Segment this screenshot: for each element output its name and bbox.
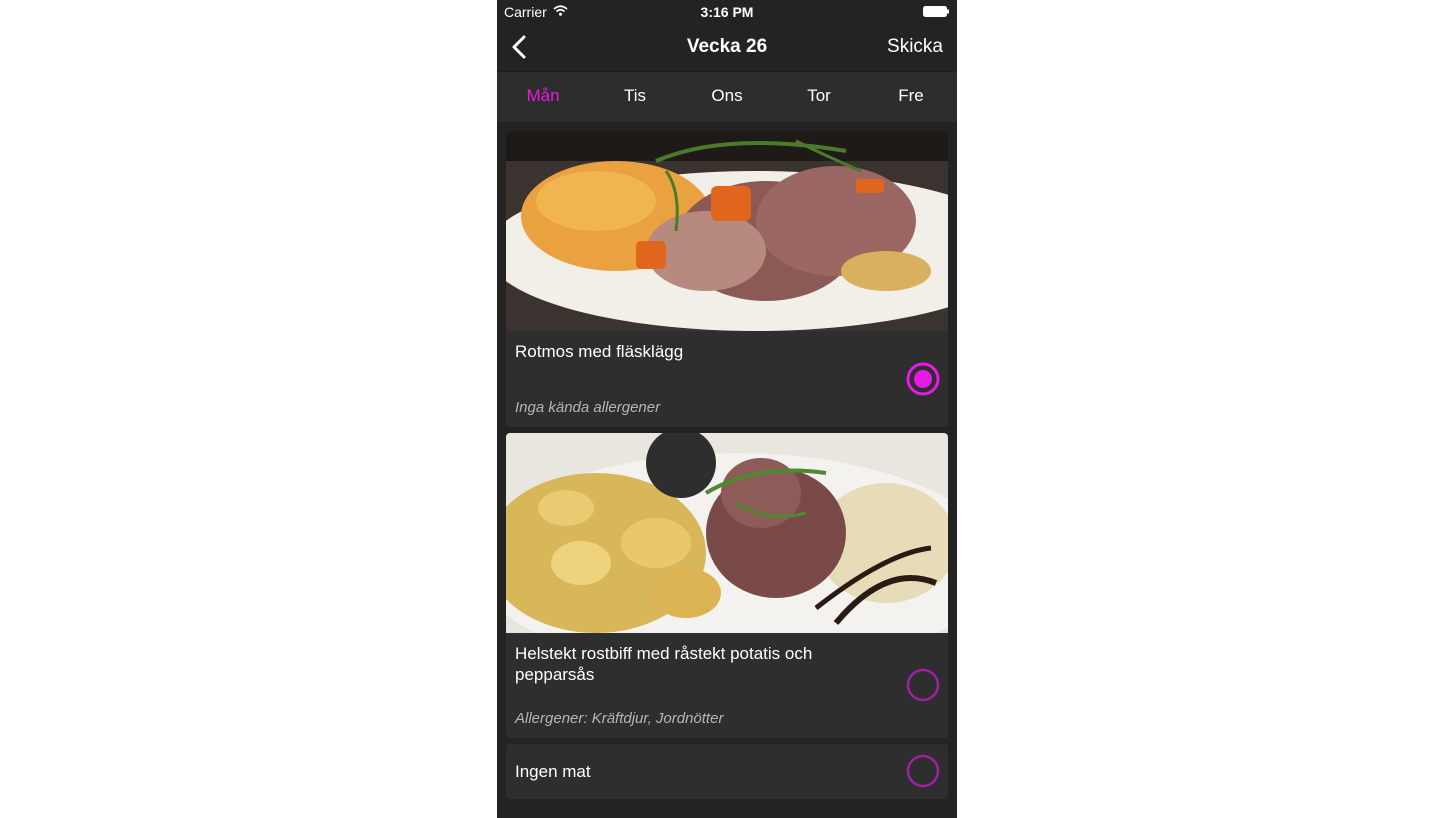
weekday-tabs: Mån Tis Ons Tor Fre (497, 71, 957, 122)
send-button[interactable]: Skicka (887, 36, 943, 58)
tab-wednesday[interactable]: Ons (681, 72, 773, 122)
meal-radio[interactable] (906, 668, 940, 702)
meal-allergens: Allergener: Kräftdjur, Jordnötter (515, 710, 724, 727)
tab-thursday[interactable]: Tor (773, 72, 865, 122)
navigation-bar: Vecka 26 Skicka (497, 24, 957, 70)
tab-friday[interactable]: Fre (865, 72, 957, 122)
status-bar: Carrier 3:16 PM (497, 0, 957, 24)
meal-name: Helstekt rostbiff med råstekt potatis oc… (515, 644, 813, 684)
meal-name: Ingen mat (515, 762, 591, 781)
meal-radio-selected[interactable] (906, 362, 940, 396)
status-time: 3:16 PM (700, 4, 754, 20)
tab-monday[interactable]: Mån (497, 72, 589, 122)
meal-photo (506, 131, 948, 331)
tab-tuesday[interactable]: Tis (589, 72, 681, 122)
no-meal-option[interactable]: Ingen mat (506, 744, 948, 799)
app-screen: Carrier 3:16 PM Vecka 26 Skicka Mån Tis … (497, 0, 957, 818)
meal-card[interactable]: Rotmos med fläsklägg Inga kända allergen… (506, 131, 948, 427)
meal-card[interactable]: Helstekt rostbiff med råstekt potatis oc… (506, 433, 948, 738)
meal-radio[interactable] (906, 754, 940, 788)
meal-photo (506, 433, 948, 633)
meal-allergens: Inga kända allergener (515, 399, 661, 416)
battery-icon (923, 6, 949, 17)
meal-name: Rotmos med fläsklägg (515, 342, 684, 361)
